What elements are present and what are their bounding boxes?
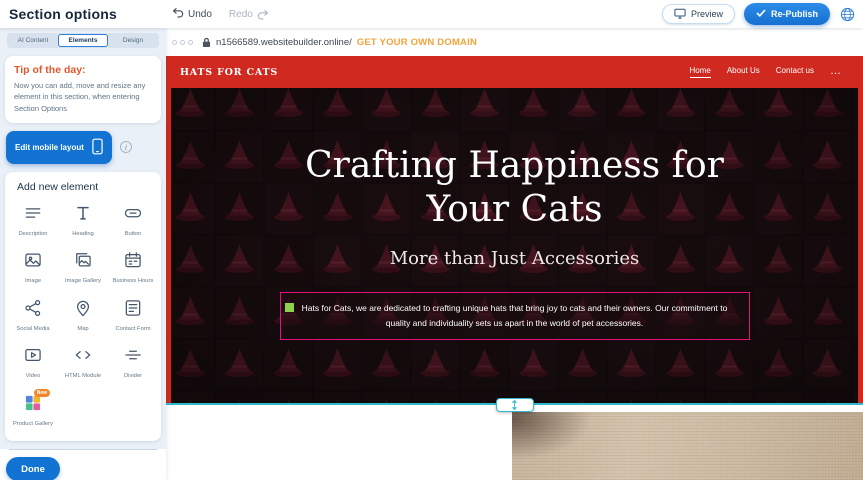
- site-nav: Home About Us Contact us …: [690, 66, 842, 78]
- language-globe-icon[interactable]: [839, 6, 855, 22]
- video-icon: [23, 345, 43, 370]
- site-preview-section: HATS FOR CATS Home About Us Contact us ……: [166, 56, 863, 405]
- element-image-gallery[interactable]: Image Gallery: [58, 250, 108, 286]
- element-divider[interactable]: Divider: [108, 345, 158, 381]
- new-badge: New: [34, 389, 50, 397]
- divider-icon: [123, 345, 143, 370]
- tab-ai-content[interactable]: AI Content: [8, 34, 58, 47]
- element-image[interactable]: Image: [8, 250, 58, 286]
- hero-section[interactable]: Crafting Happiness for Your Cats More th…: [171, 88, 858, 405]
- sidebar-footer: Done: [0, 449, 166, 480]
- element-video[interactable]: Video: [8, 345, 58, 381]
- element-button[interactable]: Button: [108, 203, 158, 239]
- undo-button[interactable]: Undo: [172, 7, 212, 21]
- next-section-image: [512, 412, 863, 480]
- tip-of-the-day-card: Tip of the day: Now you can add, move an…: [5, 56, 161, 123]
- hero-subheading[interactable]: More than Just Accessories: [390, 248, 640, 269]
- page-title: Section options: [9, 6, 117, 22]
- redo-icon: [257, 9, 269, 20]
- button-icon: [123, 203, 143, 228]
- done-button[interactable]: Done: [6, 457, 60, 480]
- contact-form-icon: [123, 298, 143, 323]
- business-hours-icon: [123, 250, 143, 275]
- check-icon: [756, 9, 766, 19]
- redo-button[interactable]: Redo: [229, 9, 269, 20]
- hero-content: Crafting Happiness for Your Cats More th…: [171, 88, 858, 405]
- editor-canvas: n1566589.websitebuilder.online/ GET YOUR…: [166, 28, 863, 480]
- monitor-icon: [674, 8, 686, 21]
- mobile-layout-row: Edit mobile layout i: [6, 131, 160, 164]
- get-domain-link[interactable]: GET YOUR OWN DOMAIN: [357, 37, 477, 48]
- footer-divider: [9, 449, 157, 450]
- element-social-media[interactable]: Social Media: [8, 298, 58, 334]
- nav-more-icon[interactable]: …: [830, 69, 841, 75]
- next-section-area: [166, 405, 863, 480]
- nav-about-us[interactable]: About Us: [727, 66, 760, 78]
- window-dot: [172, 40, 177, 45]
- edit-mobile-layout-button[interactable]: Edit mobile layout: [6, 131, 112, 164]
- map-pin-icon: [73, 298, 93, 323]
- site-url: n1566589.websitebuilder.online/: [216, 37, 352, 48]
- undo-icon: [172, 7, 184, 21]
- social-media-icon: [23, 298, 43, 323]
- tip-title: Tip of the day:: [14, 64, 152, 76]
- republish-button[interactable]: Re-Publish: [744, 3, 830, 25]
- add-element-card: Add new element Description Heading Butt…: [5, 172, 161, 442]
- phone-icon: [92, 138, 103, 157]
- window-dot: [180, 40, 185, 45]
- lock-icon: [202, 37, 211, 48]
- nav-home[interactable]: Home: [690, 66, 711, 78]
- sidebar-tabs: AI Content Elements Design: [7, 33, 159, 48]
- element-product-gallery[interactable]: New Product Gallery: [8, 393, 58, 429]
- description-icon: [23, 203, 43, 228]
- editor-topbar: Section options Undo Redo Preview Re-Pub: [0, 0, 863, 28]
- image-gallery-icon: [73, 250, 93, 275]
- browser-bar: n1566589.websitebuilder.online/ GET YOUR…: [166, 28, 863, 56]
- site-logo[interactable]: HATS FOR CATS: [180, 67, 278, 78]
- element-heading[interactable]: Heading: [58, 203, 108, 239]
- tab-elements[interactable]: Elements: [58, 34, 108, 47]
- element-business-hours[interactable]: Business Hours: [108, 250, 158, 286]
- tip-body: Now you can add, move and resize any ele…: [14, 80, 152, 114]
- topbar-actions: Preview Re-Publish: [662, 3, 855, 25]
- window-dot: [188, 40, 193, 45]
- hero-paragraph-box[interactable]: Hats for Cats, we are dedicated to craft…: [280, 292, 750, 341]
- element-contact-form[interactable]: Contact Form: [108, 298, 158, 334]
- hero-heading[interactable]: Crafting Happiness for Your Cats: [275, 144, 755, 232]
- tab-design[interactable]: Design: [108, 34, 158, 47]
- info-icon[interactable]: i: [120, 141, 132, 153]
- heading-icon: [73, 203, 93, 228]
- image-shadow: [512, 412, 592, 460]
- hero-paragraph: Hats for Cats, we are dedicated to craft…: [297, 301, 733, 332]
- window-dots: [172, 40, 193, 45]
- preview-button[interactable]: Preview: [662, 4, 735, 24]
- sidebar-panel: AI Content Elements Design Tip of the da…: [0, 28, 166, 449]
- element-html-module[interactable]: HTML Module: [58, 345, 108, 381]
- html-module-icon: [73, 345, 93, 370]
- undo-redo-group: Undo Redo: [172, 7, 269, 21]
- nav-contact-us[interactable]: Contact us: [776, 66, 814, 78]
- element-description[interactable]: Description: [8, 203, 58, 239]
- add-element-title: Add new element: [17, 181, 158, 193]
- element-grid: Description Heading Button Image: [8, 203, 158, 429]
- section-resize-handle[interactable]: [496, 398, 534, 412]
- sidebar: AI Content Elements Design Tip of the da…: [0, 28, 166, 480]
- site-header: HATS FOR CATS Home About Us Contact us …: [166, 56, 863, 88]
- element-map[interactable]: Map: [58, 298, 108, 334]
- image-icon: [23, 250, 43, 275]
- element-drag-handle[interactable]: [285, 303, 294, 312]
